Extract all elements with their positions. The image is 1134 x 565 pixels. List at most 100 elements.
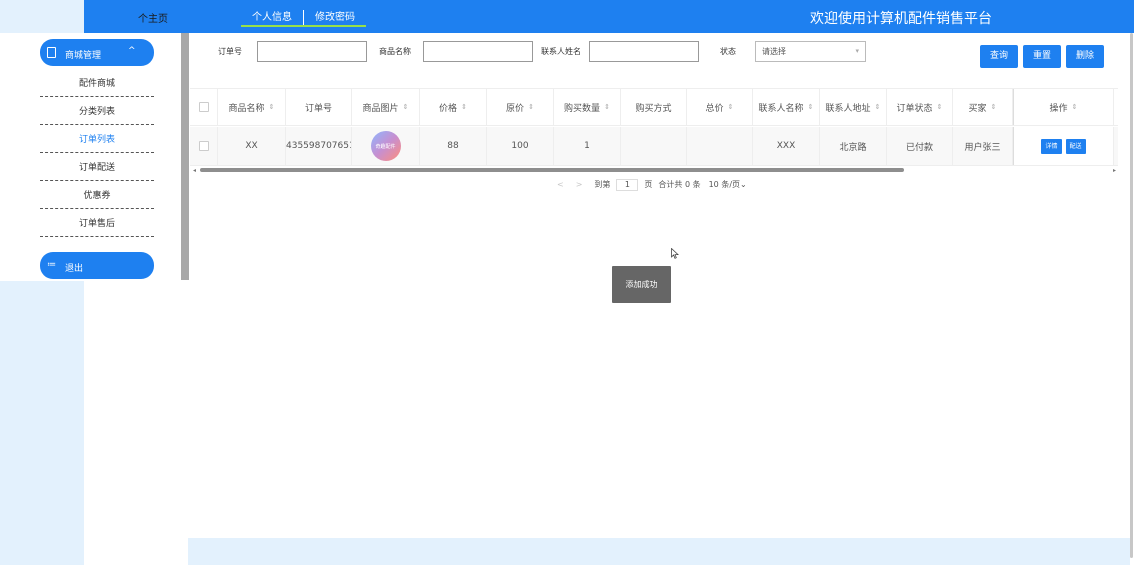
col-header-actions[interactable]: 操作 ⇕ <box>1013 89 1114 125</box>
vertical-scrollbar-thumb[interactable] <box>1130 33 1133 558</box>
scroll-right-icon[interactable]: ▸ <box>1113 167 1116 174</box>
cell-contact-address: 北京路 <box>820 127 887 165</box>
goto-label: 到第 <box>594 180 611 189</box>
sort-icon: ⇕ <box>874 103 881 111</box>
col-label: 联系人名称 <box>758 103 804 114</box>
logout-button[interactable]: ≔ 退出 <box>40 252 154 279</box>
select-all-cell <box>190 89 218 125</box>
grid-icon <box>47 47 56 58</box>
table-horizontal-scrollbar[interactable]: ◂ ▸ <box>190 167 1118 174</box>
col-header-buyer[interactable]: 买家 ⇕ <box>953 89 1013 125</box>
col-header-contact-name[interactable]: 联系人名称 ⇕ <box>753 89 820 125</box>
order-no-input[interactable] <box>257 41 367 62</box>
total-count: 合计共 0 条 <box>658 180 701 189</box>
sort-icon: ⇕ <box>990 103 997 111</box>
page-number-input[interactable]: 1 <box>616 178 639 191</box>
cell-buyer: 用户张三 <box>953 127 1013 165</box>
ship-button[interactable]: 配送 <box>1065 138 1086 154</box>
delete-button[interactable]: 删除 <box>1066 45 1104 68</box>
col-label: 价格 <box>439 103 458 114</box>
col-header-original-price[interactable]: 原价 ⇕ <box>487 89 554 125</box>
contact-name-input[interactable] <box>589 41 699 62</box>
status-label: 状态 <box>720 47 736 56</box>
footer-bar <box>188 538 1130 565</box>
sort-icon: ⇕ <box>268 103 275 111</box>
col-header-product-image[interactable]: 商品图片 ⇕ <box>352 89 420 125</box>
cell-actions: 详情 配送 <box>1013 127 1114 165</box>
sidebar-item-order-delivery[interactable]: 订单配送 <box>40 155 154 181</box>
app-window: { "header": { "home_label": "个主页", "nav"… <box>0 0 1134 565</box>
menu-group-label: 商城管理 <box>65 51 102 61</box>
col-header-contact-address[interactable]: 联系人地址 ⇕ <box>820 89 887 125</box>
row-select-cell <box>190 127 218 165</box>
cell-quantity: 1 <box>554 127 621 165</box>
col-header-order-no[interactable]: 订单号 <box>286 89 352 125</box>
cell-purchase-method <box>621 127 687 165</box>
col-label: 联系人地址 <box>825 103 871 114</box>
sidebar-item-order-list[interactable]: 订单列表 <box>40 127 154 153</box>
order-no-label: 订单号 <box>218 47 242 56</box>
sidebar-item-parts-mall[interactable]: 配件商城 <box>40 71 154 97</box>
col-header-purchase-method[interactable]: 购买方式 <box>621 89 687 125</box>
prev-page-icon[interactable]: < <box>557 180 564 189</box>
col-label: 订单状态 <box>896 103 933 114</box>
sort-icon: ⇕ <box>604 103 610 111</box>
mouse-cursor-icon <box>671 248 679 259</box>
menu-group-shop-management[interactable]: 商城管理 ^ <box>40 39 154 66</box>
table-header-row: 商品名称 ⇕ 订单号 商品图片 ⇕ 价格 ⇕ 原价 ⇕ 购买数量 ⇕ 购买方式 总价 ⇕ 联… <box>190 88 1118 126</box>
col-label: 购买方式 <box>635 103 672 114</box>
site-title: 欢迎使用计算机配件销售平台 <box>810 11 992 27</box>
home-link[interactable]: 个主页 <box>138 10 168 25</box>
col-header-order-status[interactable]: 订单状态 ⇕ <box>887 89 953 125</box>
col-label: 操作 <box>1049 103 1068 114</box>
cell-original-price: 100 <box>487 127 554 165</box>
status-select-value: 请选择 <box>762 47 786 56</box>
cell-contact-name: XXX <box>753 127 820 165</box>
chevron-up-icon: ^ <box>128 46 136 56</box>
col-header-price[interactable]: 价格 ⇕ <box>420 89 487 125</box>
sort-icon: ⇕ <box>402 103 409 111</box>
scrollbar-thumb[interactable] <box>200 168 904 172</box>
contact-name-label: 联系人姓名 <box>541 47 581 56</box>
caret-down-icon: ▾ <box>855 47 859 55</box>
success-toast: 添加成功 <box>612 266 671 303</box>
nav-change-password[interactable]: 修改密码 <box>303 10 366 25</box>
cell-order-status: 已付款 <box>887 127 953 165</box>
col-label: 订单号 <box>304 103 332 114</box>
detail-button[interactable]: 详情 <box>1041 138 1062 154</box>
sidebar-item-category-list[interactable]: 分类列表 <box>40 99 154 125</box>
product-name-label: 商品名称 <box>379 47 411 56</box>
sidebar-scrollbar[interactable] <box>181 33 189 280</box>
sidebar-item-after-sales[interactable]: 订单售后 <box>40 211 154 237</box>
cell-total <box>687 127 753 165</box>
col-header-quantity[interactable]: 购买数量 ⇕ <box>554 89 621 125</box>
cell-price: 88 <box>420 127 487 165</box>
cell-product-name: XX <box>218 127 286 165</box>
col-header-total[interactable]: 总价 ⇕ <box>687 89 753 125</box>
reset-button[interactable]: 重置 <box>1023 45 1061 68</box>
scroll-left-icon[interactable]: ◂ <box>193 167 196 174</box>
col-label: 购买数量 <box>564 103 601 114</box>
sort-icon: ⇕ <box>807 103 814 111</box>
select-all-checkbox[interactable] <box>198 102 209 112</box>
product-name-input[interactable] <box>423 41 533 62</box>
page-size-value: 10 条/页 <box>708 180 741 189</box>
sort-icon: ⇕ <box>1071 103 1078 111</box>
order-table: 商品名称 ⇕ 订单号 商品图片 ⇕ 价格 ⇕ 原价 ⇕ 购买数量 ⇕ 购买方式 总价 ⇕ 联… <box>190 88 1118 166</box>
row-checkbox[interactable] <box>198 141 209 151</box>
status-select[interactable]: 请选择 ▾ <box>755 41 866 62</box>
page-size-select[interactable]: 10 条/页⌄ <box>709 179 747 190</box>
page-vertical-scrollbar[interactable] <box>1130 33 1134 565</box>
col-label: 商品名称 <box>228 103 265 114</box>
page-suffix: 页 <box>644 180 653 189</box>
top-header: 个主页 个人信息 修改密码 欢迎使用计算机配件销售平台 <box>84 0 1134 33</box>
col-label: 商品图片 <box>362 103 399 114</box>
product-thumbnail[interactable]: 奇趣配件 <box>370 131 401 161</box>
cell-product-image: 奇趣配件 <box>352 127 420 165</box>
sort-icon: ⇕ <box>528 103 534 111</box>
col-header-product-name[interactable]: 商品名称 ⇕ <box>218 89 286 125</box>
nav-profile[interactable]: 个人信息 <box>241 10 303 25</box>
next-page-icon[interactable]: > <box>576 180 583 189</box>
sidebar-item-coupons[interactable]: 优惠券 <box>40 183 154 209</box>
search-button[interactable]: 查询 <box>980 45 1018 68</box>
